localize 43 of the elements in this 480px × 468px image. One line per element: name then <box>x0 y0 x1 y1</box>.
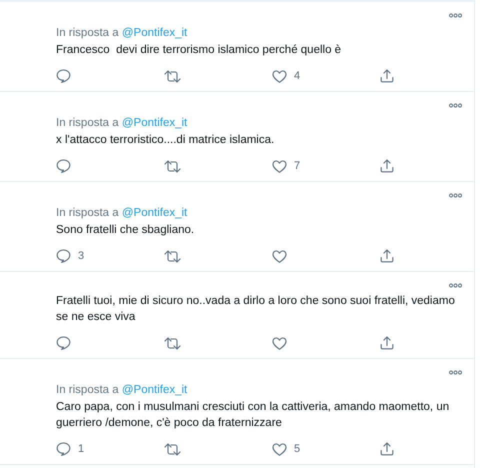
speech-bubble-icon[interactable] <box>56 159 71 173</box>
heart-icon[interactable] <box>272 160 287 172</box>
reply-label: In risposta a <box>56 117 119 129</box>
share-icon[interactable] <box>380 336 394 350</box>
heart-icon[interactable] <box>272 336 287 350</box>
action-count: 4 <box>294 70 300 82</box>
action-count: 7 <box>294 160 300 172</box>
retweet-icon[interactable] <box>164 442 181 456</box>
retweet-icon[interactable] <box>164 160 181 172</box>
reply-label: In risposta a <box>56 27 119 39</box>
action-count: 1 <box>78 443 84 455</box>
speech-bubble-icon[interactable] <box>56 249 71 263</box>
reply-label: In risposta a <box>56 207 119 219</box>
retweet-icon[interactable] <box>164 250 181 262</box>
more-icon[interactable] <box>449 370 462 374</box>
speech-bubble-icon[interactable] <box>56 69 71 83</box>
more-icon[interactable] <box>449 192 462 198</box>
heart-icon[interactable] <box>272 442 287 456</box>
tweet-text: Sono fratelli che sbagliano. <box>56 223 196 238</box>
action-count: 5 <box>294 443 300 455</box>
more-icon[interactable] <box>449 12 462 18</box>
retweet-icon[interactable] <box>164 70 181 82</box>
handle-link[interactable]: @Pontifex_it <box>122 207 188 219</box>
speech-bubble-icon[interactable] <box>56 336 71 350</box>
tweet-text: x l'attacco terroristico....di matrice islamica. <box>56 133 276 148</box>
tweet-text: Francesco devi dire terrorismo islamico perché quello è <box>56 43 342 58</box>
heart-icon[interactable] <box>272 250 287 262</box>
speech-bubble-icon[interactable] <box>56 442 71 456</box>
handle-link[interactable]: @Pontifex_it <box>122 27 188 39</box>
reply-label: In risposta a <box>56 384 119 396</box>
share-icon[interactable] <box>380 442 394 456</box>
tweet-text: Fratelli tuoi, mie di sicuro no..vada a dirlo a loro che sono suoi fratelli, vediamo se ne esce viva <box>56 294 456 325</box>
retweet-icon[interactable] <box>164 336 181 350</box>
handle-link[interactable]: @Pontifex_it <box>122 384 188 396</box>
more-icon[interactable] <box>449 282 462 288</box>
action-count: 3 <box>78 250 84 262</box>
share-icon[interactable] <box>380 69 394 83</box>
heart-icon[interactable] <box>272 70 287 82</box>
tweet-text: Caro papa, con i musulmani cresciuti con la cattiveria, amando maometto, un guerriero /demone, c'è poco da fraternizzare <box>56 400 450 431</box>
share-icon[interactable] <box>380 249 394 263</box>
handle-link[interactable]: @Pontifex_it <box>122 117 188 129</box>
share-icon[interactable] <box>380 159 394 173</box>
more-icon[interactable] <box>449 102 462 108</box>
